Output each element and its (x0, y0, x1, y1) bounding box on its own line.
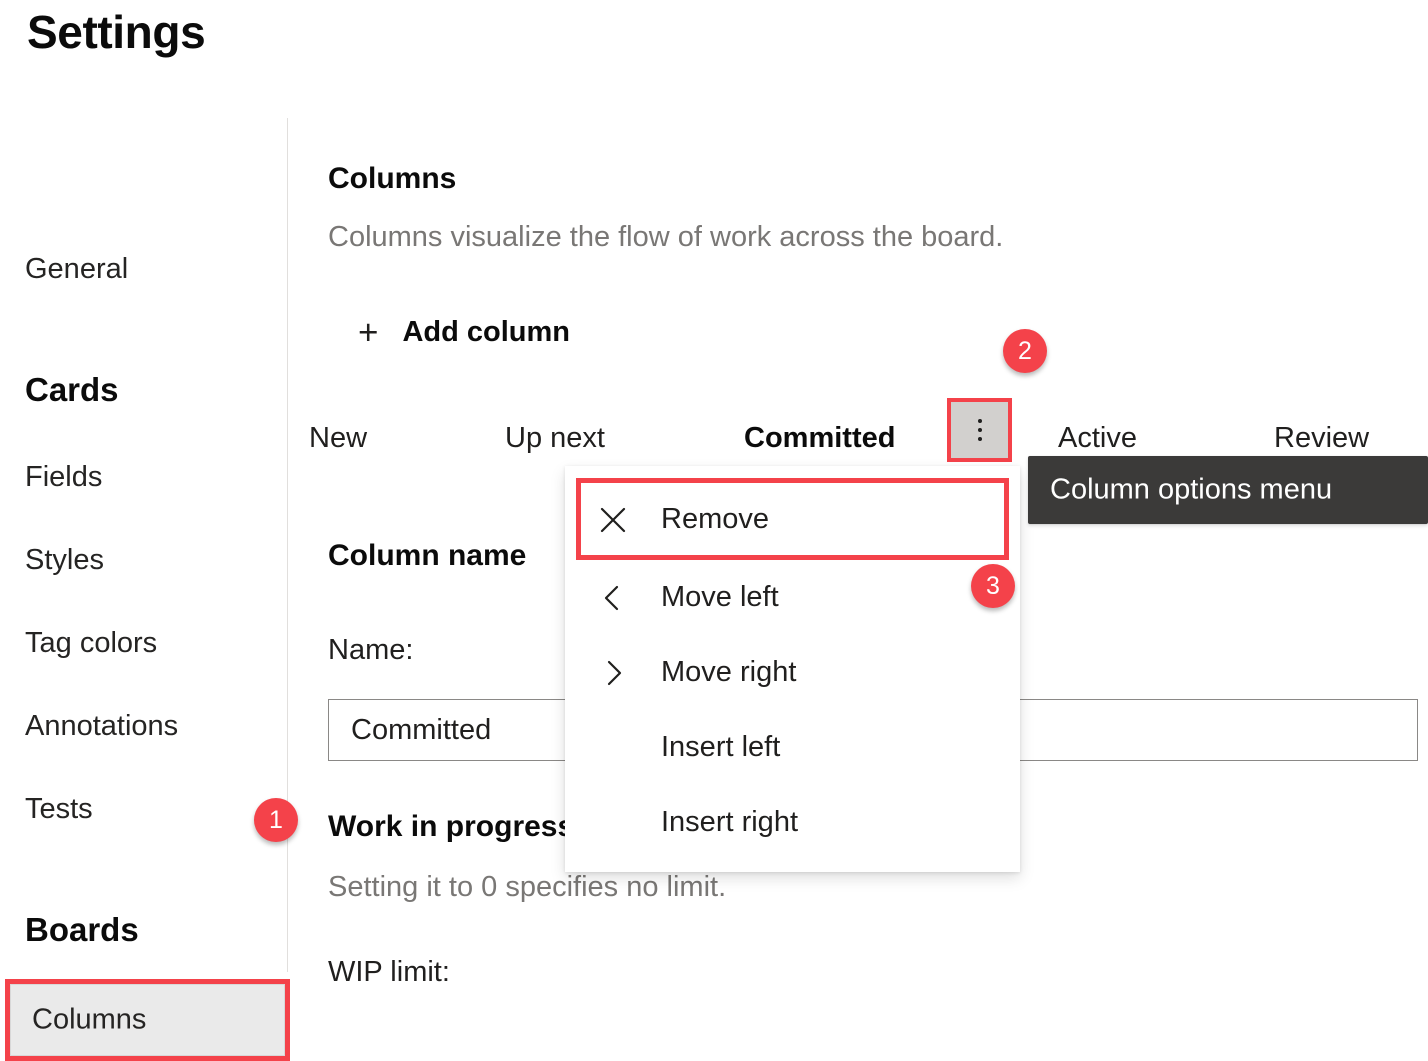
callout-box-sidebar-columns: Columns (5, 979, 290, 1061)
section-title: Columns (328, 162, 457, 195)
column-options-button[interactable] (951, 402, 1008, 458)
menu-item-remove[interactable]: Remove (565, 482, 1020, 557)
plus-icon: + (358, 312, 379, 352)
name-field-label: Name: (328, 634, 414, 666)
close-x-icon (565, 505, 661, 535)
menu-item-move-left[interactable]: Move left (565, 560, 1020, 635)
sidebar-item-tests[interactable]: Tests (25, 795, 93, 824)
section-subtitle: Columns visualize the flow of work acros… (328, 221, 1004, 253)
sidebar-item-styles[interactable]: Styles (25, 546, 104, 575)
menu-item-insert-right[interactable]: Insert right (565, 785, 1020, 860)
menu-item-insert-left[interactable]: Insert left (565, 710, 1020, 785)
menu-item-label: Insert left (661, 731, 781, 763)
menu-item-label: Insert right (661, 806, 798, 838)
column-name-heading: Column name (328, 539, 527, 572)
step-badge-2: 2 (1003, 329, 1047, 373)
chevron-right-icon (565, 658, 661, 688)
settings-sidebar: General Cards Fields Styles Tag colors A… (0, 118, 290, 1061)
menu-item-label: Move left (661, 581, 779, 613)
sidebar-item-label: Columns (32, 1003, 147, 1036)
chevron-left-icon (565, 583, 661, 613)
wip-description: Setting it to 0 specifies no limit. (328, 871, 727, 903)
kebab-menu-icon (977, 419, 982, 441)
sidebar-group-boards: Boards (25, 911, 139, 948)
tooltip-text: Column options menu (1050, 473, 1333, 506)
tab-new[interactable]: New (309, 408, 367, 468)
sidebar-group-cards: Cards (25, 371, 119, 408)
sidebar-item-general[interactable]: General (25, 255, 128, 284)
column-options-dropdown: Remove Move left Move right Insert left … (565, 466, 1020, 872)
step-badge-1: 1 (254, 798, 298, 842)
sidebar-item-annotations[interactable]: Annotations (25, 712, 178, 741)
add-column-button[interactable]: + Add column (358, 310, 570, 354)
sidebar-item-tag-colors[interactable]: Tag colors (25, 629, 157, 658)
sidebar-item-fields[interactable]: Fields (25, 463, 102, 492)
tooltip: Column options menu (1028, 456, 1428, 524)
menu-item-move-right[interactable]: Move right (565, 635, 1020, 710)
tab-up-next[interactable]: Up next (505, 408, 605, 468)
add-column-label: Add column (402, 315, 570, 348)
tab-committed[interactable]: Committed (744, 408, 895, 468)
wip-field-label: WIP limit: (328, 956, 450, 988)
callout-box-column-options (947, 398, 1012, 462)
step-badge-3: 3 (971, 564, 1015, 608)
menu-item-label: Remove (661, 503, 769, 535)
page-title: Settings (27, 6, 206, 58)
sidebar-item-columns[interactable]: Columns (10, 984, 285, 1056)
menu-item-label: Move right (661, 656, 797, 688)
